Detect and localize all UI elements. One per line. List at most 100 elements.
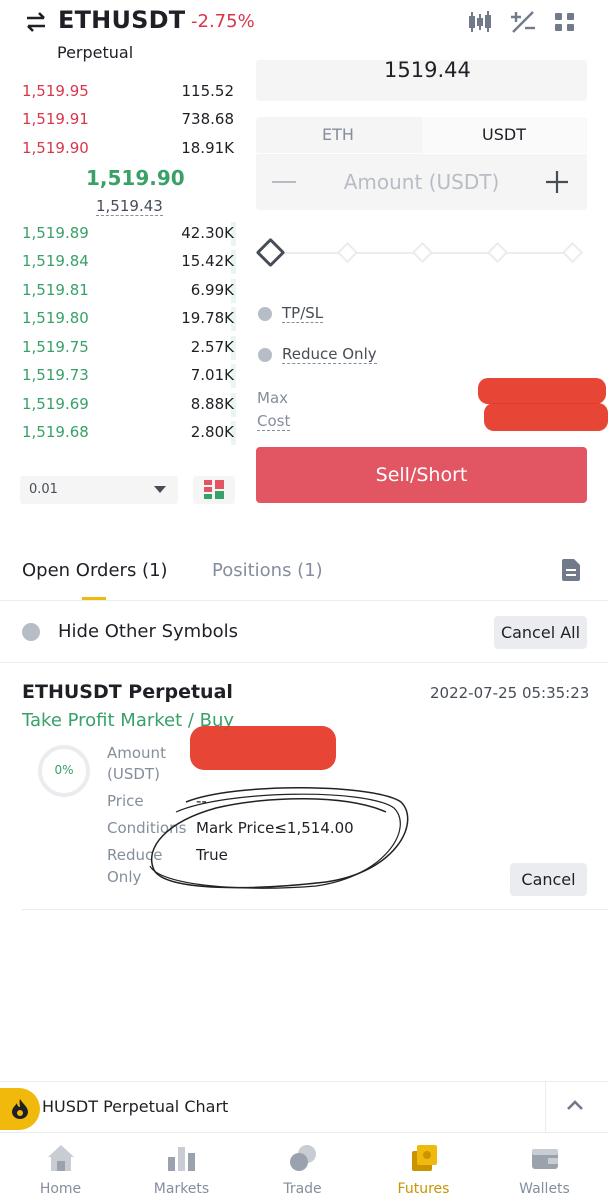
bid-row[interactable]: 1,519.69 8.88K [0, 391, 236, 419]
slider-step-50[interactable] [411, 241, 434, 264]
order-symbol: ETHUSDT Perpetual [22, 681, 233, 703]
nav-futures-label: Futures [397, 1181, 450, 1197]
bid-row[interactable]: 1,519.80 19.78K [0, 305, 236, 333]
bid-price: 1,519.80 [22, 309, 89, 327]
nav-markets[interactable]: Markets [121, 1133, 242, 1201]
bid-row[interactable]: 1,519.73 7.01K [0, 362, 236, 390]
cancel-all-button[interactable]: Cancel All [494, 616, 587, 649]
nav-home-label: Home [39, 1181, 82, 1197]
bid-price: 1,519.89 [22, 224, 89, 242]
slider-thumb[interactable] [255, 237, 286, 268]
bid-row[interactable]: 1,519.75 2.57K [0, 334, 236, 362]
unit-tab-usdt[interactable]: USDT [422, 117, 586, 153]
bid-row[interactable]: 1,519.81 6.99K [0, 277, 236, 305]
ask-price: 1,519.91 [22, 110, 89, 128]
bid-row[interactable]: 1,519.84 15.42K [0, 248, 236, 276]
nav-wallets-label: Wallets [519, 1181, 570, 1197]
check-icon [258, 307, 272, 321]
divider [0, 662, 608, 663]
amount-input[interactable]: Amount (USDT) [256, 154, 587, 210]
filled-progress-ring: 0% [38, 745, 90, 797]
bid-row[interactable]: 1,519.68 2.80K [0, 419, 236, 447]
nav-trade-label: Trade [283, 1181, 322, 1197]
depth-step-select[interactable]: 0.01 [20, 476, 178, 504]
divider [22, 909, 608, 910]
ask-price: 1,519.90 [22, 139, 89, 157]
swap-icon[interactable] [24, 10, 48, 34]
wallet-icon [532, 1149, 558, 1169]
bid-qty: 15.42K [181, 252, 234, 270]
bid-price: 1,519.75 [22, 338, 89, 356]
book-layout-button[interactable] [193, 476, 235, 504]
cancel-order-button[interactable]: Cancel [510, 863, 587, 896]
percent-calc-icon[interactable] [509, 10, 537, 34]
price-change-percent: -2.75% [191, 11, 255, 32]
bid-qty: 19.78K [181, 309, 234, 327]
bid-price: 1,519.81 [22, 281, 89, 299]
chevron-up-icon [567, 1100, 583, 1110]
order-history-icon[interactable] [562, 559, 580, 581]
unit-tab-eth[interactable]: ETH [256, 117, 420, 153]
unit-toggle: ETH USDT [256, 117, 587, 153]
depth-step-value: 0.01 [29, 482, 58, 497]
expand-chart-button[interactable] [545, 1082, 608, 1132]
mark-price[interactable]: 1,519.43 [96, 197, 163, 216]
home-icon [48, 1145, 74, 1171]
bid-qty: 8.88K [190, 395, 234, 413]
bottom-nav: Home Markets Trade Futures Wallets [0, 1132, 608, 1201]
ask-row[interactable]: 1,519.95 115.52 [0, 78, 236, 106]
nav-wallets[interactable]: Wallets [484, 1133, 605, 1201]
tab-positions[interactable]: Positions (1) [212, 560, 323, 581]
contract-type: Perpetual [57, 43, 134, 62]
bid-qty: 2.57K [190, 338, 234, 356]
bid-price: 1,519.68 [22, 423, 89, 441]
amount-placeholder: Amount (USDT) [343, 170, 500, 194]
bid-qty: 42.30K [181, 224, 234, 242]
chart-bar-label: HUSDT Perpetual Chart [42, 1097, 229, 1116]
check-icon [258, 348, 272, 362]
amount-label: Amount [107, 744, 166, 762]
trade-icon [290, 1145, 316, 1171]
tab-open-orders[interactable]: Open Orders (1) [22, 560, 168, 581]
amount-slider[interactable] [270, 241, 584, 264]
slider-step-100[interactable] [561, 241, 584, 264]
bid-price: 1,519.73 [22, 366, 89, 384]
amount-unit-label: (USDT) [107, 765, 160, 783]
pair-title[interactable]: ETHUSDT [58, 6, 185, 34]
candlestick-chart-icon[interactable] [466, 10, 494, 34]
fire-icon [12, 1099, 28, 1119]
hand-drawn-circle [149, 787, 409, 889]
divider [0, 600, 608, 601]
ask-price: 1,519.95 [22, 82, 89, 100]
markets-icon [168, 1147, 195, 1171]
order-time: 2022-07-25 05:35:23 [430, 684, 590, 702]
slider-step-25[interactable] [336, 241, 359, 264]
chart-bar[interactable]: HUSDT Perpetual Chart [0, 1081, 608, 1132]
max-label: Max [257, 389, 289, 407]
price-input[interactable]: 1519.44 [256, 60, 587, 101]
plus-icon[interactable] [545, 170, 569, 194]
ask-row[interactable]: 1,519.91 738.68 [0, 106, 236, 134]
last-price: 1,519.90 [86, 166, 185, 190]
cost-label[interactable]: Cost [257, 412, 291, 431]
more-icon[interactable] [552, 10, 580, 34]
bid-qty: 2.80K [190, 423, 234, 441]
tp-sl-label: TP/SL [282, 304, 324, 323]
nav-home[interactable]: Home [0, 1133, 121, 1201]
bid-list: 1,519.89 42.30K 1,519.84 15.42K 1,519.81… [0, 220, 240, 450]
fire-icon-badge[interactable] [0, 1088, 40, 1130]
bid-qty: 6.99K [190, 281, 234, 299]
slider-step-75[interactable] [486, 241, 509, 264]
ask-row[interactable]: 1,519.90 18.91K [0, 135, 236, 163]
nav-futures[interactable]: Futures [363, 1133, 484, 1201]
bid-row[interactable]: 1,519.89 42.30K [0, 220, 236, 248]
redaction-mark [478, 378, 606, 404]
redaction-mark [484, 403, 608, 431]
sell-short-button[interactable]: Sell/Short [256, 447, 587, 503]
reduce-only-label-2: Only [107, 868, 142, 886]
ask-qty: 18.91K [181, 139, 234, 157]
filled-percent: 0% [54, 763, 74, 777]
bid-price: 1,519.84 [22, 252, 89, 270]
bid-qty: 7.01K [190, 366, 234, 384]
nav-trade[interactable]: Trade [242, 1133, 363, 1201]
